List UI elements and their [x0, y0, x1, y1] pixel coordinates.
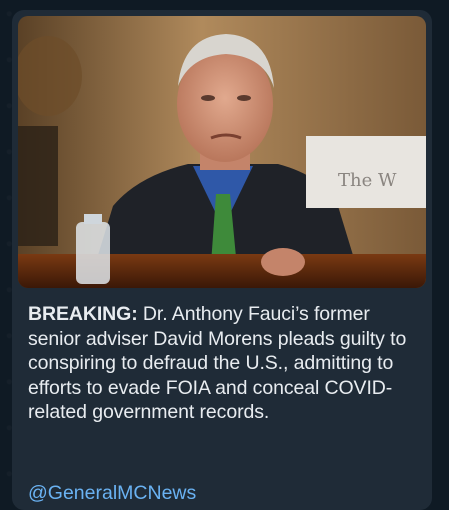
- caption-lead: BREAKING:: [28, 303, 138, 325]
- news-photo-image: The W: [18, 16, 426, 288]
- post-photo[interactable]: The W: [18, 16, 426, 288]
- post-caption: BREAKING: Dr. Anthony Fauci’s former sen…: [28, 302, 424, 425]
- channel-post: The W BREAKING: Dr. Anthony Fauci’s form…: [12, 10, 432, 510]
- svg-text:The W: The W: [338, 170, 397, 191]
- channel-handle-link[interactable]: @GeneralMCNews: [28, 481, 196, 505]
